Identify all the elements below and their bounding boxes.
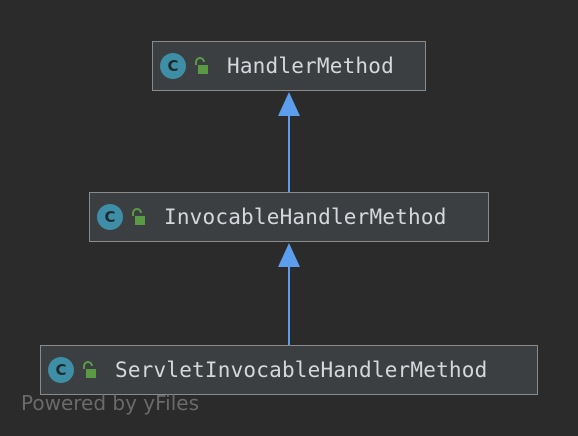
- class-icon: C: [160, 53, 186, 79]
- class-node-servlet-invocable-handler-method[interactable]: C ServletInvocableHandlerMethod: [40, 345, 538, 395]
- class-name-label: InvocableHandlerMethod: [164, 205, 447, 229]
- class-icon: C: [97, 204, 123, 230]
- class-name-label: ServletInvocableHandlerMethod: [115, 358, 488, 382]
- public-lock-icon: [132, 208, 145, 225]
- class-node-handler-method[interactable]: C HandlerMethod: [152, 41, 426, 91]
- yfiles-watermark: Powered by yFiles: [21, 391, 199, 415]
- class-name-label: HandlerMethod: [227, 54, 394, 78]
- public-lock-icon: [83, 361, 96, 378]
- inheritance-arrowhead-invocable: [278, 243, 300, 267]
- public-lock-icon: [195, 57, 208, 74]
- class-icon: C: [48, 357, 74, 383]
- class-node-invocable-handler-method[interactable]: C InvocableHandlerMethod: [89, 192, 489, 242]
- inheritance-arrowhead-handler: [278, 92, 300, 116]
